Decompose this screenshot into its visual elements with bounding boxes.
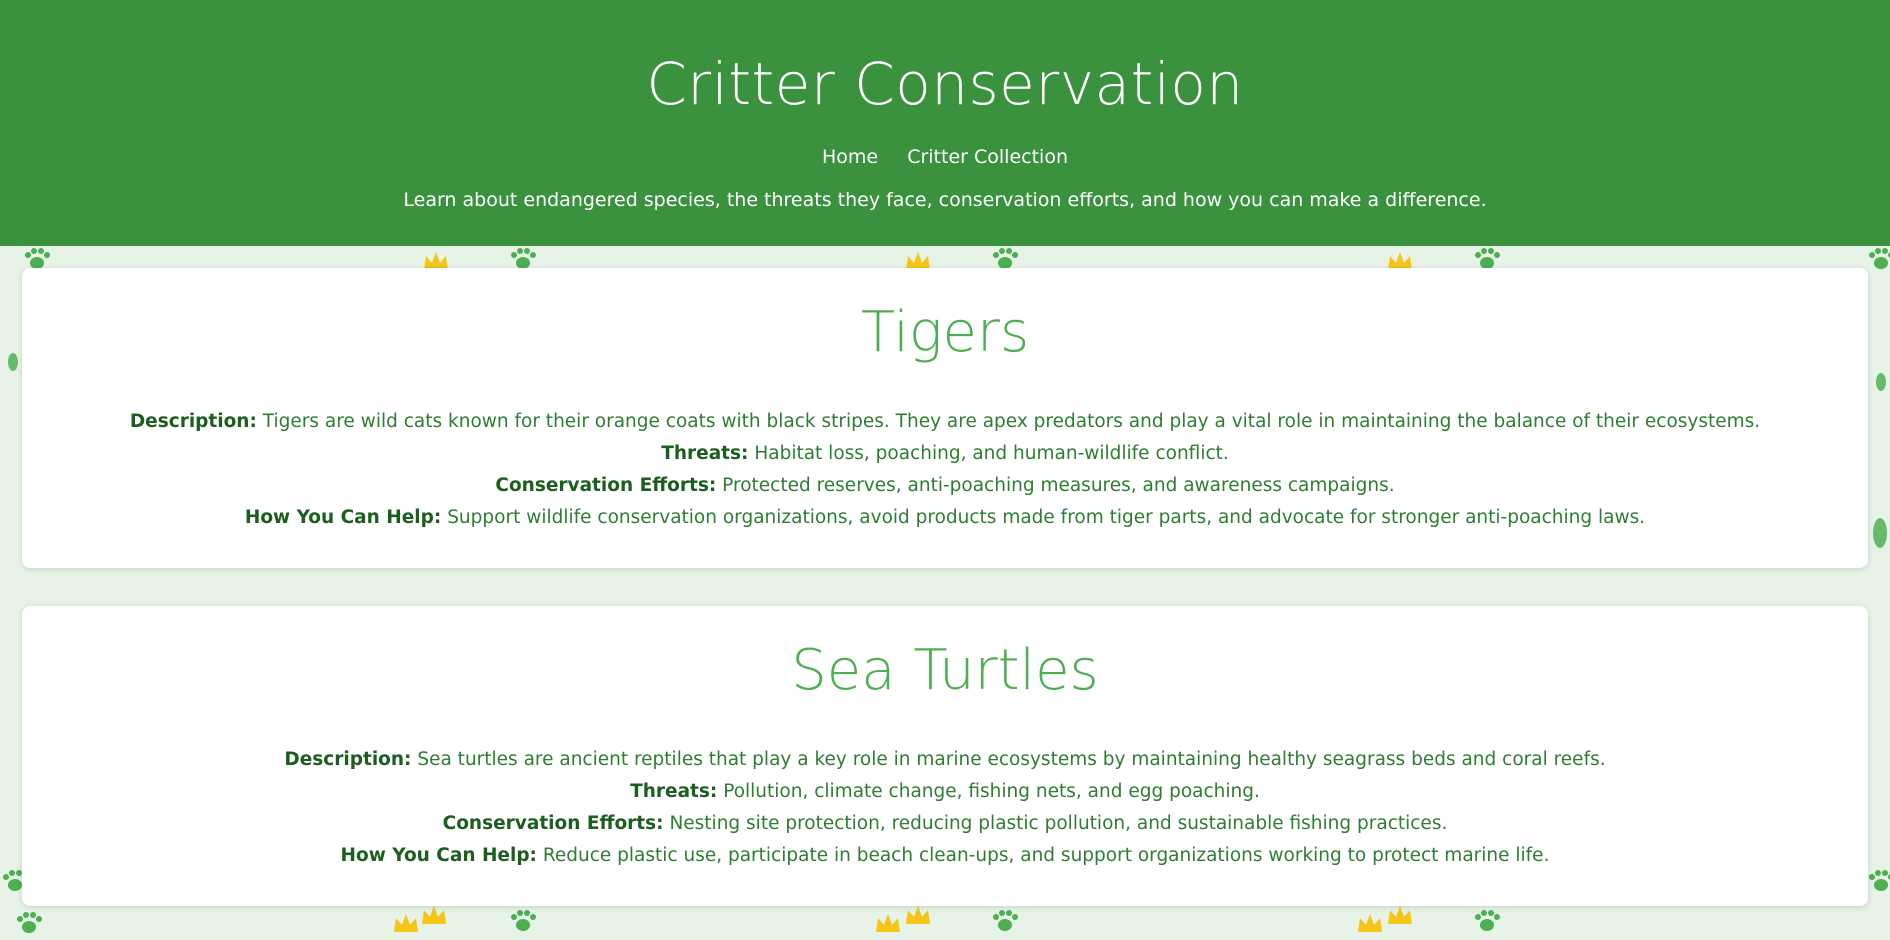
species-help: How You Can Help: Support wildlife conse… — [62, 502, 1828, 534]
help-label: How You Can Help: — [340, 845, 537, 866]
paw-print-icon — [511, 910, 536, 931]
efforts-text: Nesting site protection, reducing plasti… — [669, 813, 1448, 834]
species-card-tigers: Tigers Description: Tigers are wild cats… — [22, 268, 1868, 568]
efforts-label: Conservation Efforts: — [495, 475, 717, 496]
efforts-label: Conservation Efforts: — [442, 813, 664, 834]
site-tagline: Learn about endangered species, the thre… — [403, 189, 1487, 211]
threats-text: Pollution, climate change, fishing nets,… — [723, 781, 1260, 802]
crown-icon — [1388, 906, 1412, 924]
efforts-text: Protected reserves, anti-poaching measur… — [722, 475, 1395, 496]
paw-print-icon — [17, 912, 42, 933]
site-title: Critter Conservation — [646, 50, 1244, 118]
species-efforts: Conservation Efforts: Nesting site prote… — [62, 808, 1828, 840]
species-threats: Threats: Pollution, climate change, fish… — [62, 776, 1828, 808]
main-nav: Home Critter Collection — [0, 146, 1890, 168]
help-text: Support wildlife conservation organizati… — [447, 507, 1646, 528]
nav-link-home[interactable]: Home — [822, 146, 878, 168]
crown-icon — [906, 906, 930, 924]
species-list: Tigers Description: Tigers are wild cats… — [0, 246, 1890, 906]
species-description: Description: Sea turtles are ancient rep… — [62, 744, 1828, 776]
crown-icon — [1358, 914, 1382, 932]
description-text: Sea turtles are ancient reptiles that pl… — [417, 749, 1606, 770]
paw-print-icon — [993, 910, 1018, 931]
species-help: How You Can Help: Reduce plastic use, pa… — [62, 840, 1828, 872]
site-header: Critter Conservation Home Critter Collec… — [0, 0, 1890, 246]
paw-print-icon — [1475, 910, 1500, 931]
crown-icon — [394, 914, 418, 932]
species-title: Tigers — [860, 300, 1030, 365]
nav-link-critter-collection[interactable]: Critter Collection — [907, 146, 1068, 168]
help-label: How You Can Help: — [244, 507, 442, 528]
description-text: Tigers are wild cats known for their ora… — [262, 411, 1761, 432]
species-description: Description: Tigers are wild cats known … — [62, 406, 1828, 438]
species-card-sea-turtles: Sea Turtles Description: Sea turtles are… — [22, 606, 1868, 906]
threats-label: Threats: — [630, 781, 718, 802]
crown-icon — [422, 906, 446, 924]
species-title: Sea Turtles — [791, 638, 1099, 703]
help-text: Reduce plastic use, participate in beach… — [542, 845, 1550, 866]
description-label: Description: — [284, 749, 412, 770]
species-efforts: Conservation Efforts: Protected reserves… — [62, 470, 1828, 502]
description-label: Description: — [129, 411, 257, 432]
species-threats: Threats: Habitat loss, poaching, and hum… — [62, 438, 1828, 470]
crown-icon — [876, 914, 900, 932]
threats-label: Threats: — [661, 443, 749, 464]
threats-text: Habitat loss, poaching, and human-wildli… — [754, 443, 1229, 464]
